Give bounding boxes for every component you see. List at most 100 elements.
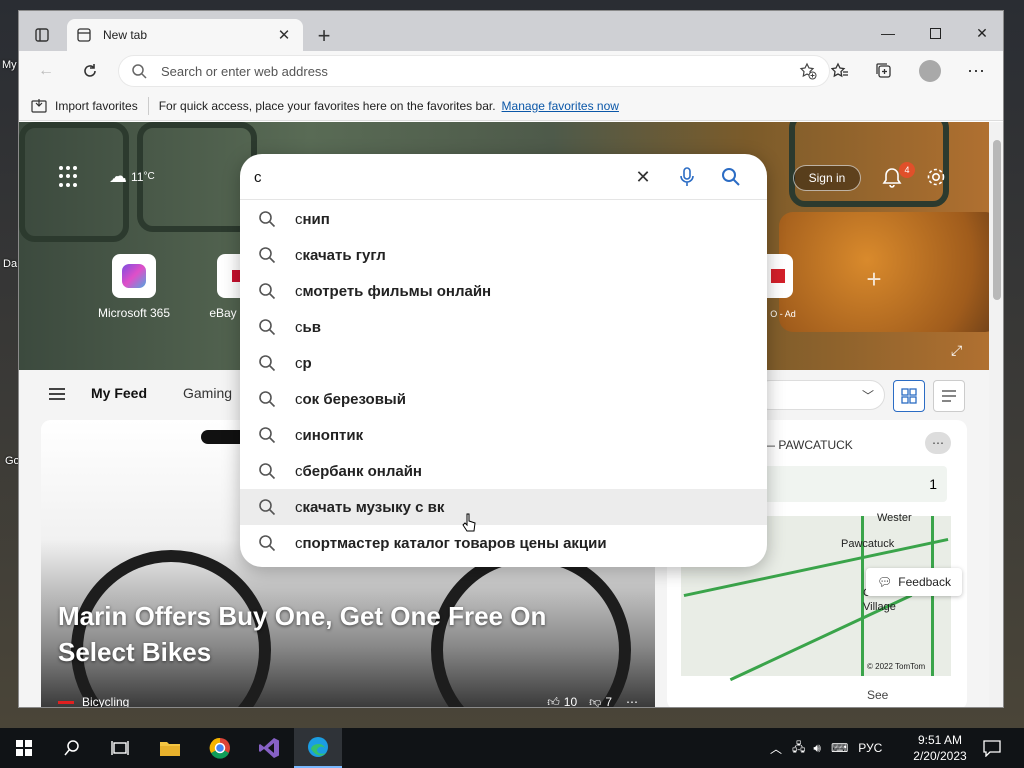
chevron-up-icon[interactable]: ︿ <box>770 740 782 757</box>
feedback-button[interactable]: 💬︎ Feedback <box>866 568 962 596</box>
start-button[interactable] <box>0 728 48 768</box>
suggestion-item[interactable]: ср <box>240 345 767 381</box>
suggestion-item[interactable]: сок березовый <box>240 381 767 417</box>
clock[interactable]: 9:51 AM 2/20/2023 <box>910 732 970 764</box>
grid-view-button[interactable] <box>893 380 925 412</box>
search-icon <box>259 283 276 300</box>
feedback-icon: 💬︎ <box>877 575 893 589</box>
task-view-button[interactable] <box>96 728 144 768</box>
desktop-icon-label[interactable]: Da <box>3 258 17 270</box>
search-icon <box>259 535 276 552</box>
suggestion-item[interactable]: спортмастер каталог товаров цены акции <box>240 525 767 561</box>
back-button[interactable]: ← <box>31 57 61 85</box>
new-tab-page-icon <box>77 28 91 42</box>
search-icon <box>259 499 276 516</box>
feed-options-dropdown[interactable]: ﹀ <box>755 380 885 410</box>
suggestion-completion: ьв <box>302 319 321 336</box>
add-quick-link-button[interactable]: + <box>839 264 909 314</box>
suggestion-text: сьв <box>295 319 321 336</box>
desktop-icon-label[interactable]: My <box>2 59 17 71</box>
tab-my-feed[interactable]: My Feed <box>91 385 147 401</box>
address-input[interactable] <box>161 63 799 79</box>
traffic-card-location: — PAWCATUCK <box>763 438 853 452</box>
manage-favorites-link[interactable]: Manage favorites now <box>502 99 619 113</box>
cloud-icon: ☁ <box>109 166 127 186</box>
address-bar[interactable] <box>119 56 829 86</box>
network-icon[interactable]: 🖧︎ <box>792 738 805 759</box>
refresh-button[interactable] <box>75 57 105 85</box>
suggestion-item[interactable]: скачать гугл <box>240 237 767 273</box>
suggestion-item[interactable]: снип <box>240 201 767 237</box>
edge-button[interactable] <box>294 728 342 768</box>
more-icon: ⋯ <box>967 60 985 81</box>
import-favorites-icon[interactable] <box>31 98 47 114</box>
tab-gaming[interactable]: Gaming <box>183 385 232 401</box>
weather-widget[interactable]: ☁ 11 °C <box>109 166 155 187</box>
settings-more-button[interactable]: ⋯ <box>961 57 991 85</box>
search-icon <box>259 355 276 372</box>
add-favorite-icon[interactable] <box>799 62 817 80</box>
see-more-link[interactable]: See <box>867 688 888 702</box>
tab-new-tab[interactable]: New tab ✕ <box>67 19 303 51</box>
close-tab-icon[interactable]: ✕ <box>275 26 293 44</box>
file-explorer-button[interactable] <box>146 728 194 768</box>
chrome-button[interactable] <box>196 728 244 768</box>
expand-background-icon[interactable]: ⤢ <box>951 342 962 359</box>
suggestion-item[interactable]: скачать музыку с вк <box>240 489 767 525</box>
microphone-icon[interactable] <box>676 166 698 188</box>
suggestion-text: синоптик <box>295 427 363 444</box>
quick-link-ad[interactable]: O - Ad <box>763 254 803 320</box>
list-view-button[interactable] <box>933 380 965 412</box>
gear-icon[interactable] <box>925 166 947 188</box>
hamburger-menu-icon[interactable] <box>49 388 65 400</box>
search-box: ✕ <box>240 154 767 200</box>
dislike-icon[interactable]: 👎︎ <box>589 695 601 708</box>
suggestion-item[interactable]: синоптик <box>240 417 767 453</box>
clear-search-icon[interactable]: ✕ <box>632 166 654 188</box>
volume-icon[interactable]: 🔊︎ <box>813 741 821 756</box>
visual-studio-button[interactable] <box>245 728 293 768</box>
import-favorites-link[interactable]: Import favorites <box>55 99 138 113</box>
suggestion-item[interactable]: смотреть фильмы онлайн <box>240 273 767 309</box>
quick-link-microsoft-365[interactable]: Microsoft 365 <box>89 254 179 320</box>
search-icon[interactable] <box>720 166 742 188</box>
like-icon[interactable]: 👍︎ <box>547 695 560 708</box>
maximize-button[interactable] <box>912 19 958 47</box>
article-source[interactable]: Bicycling <box>82 695 129 707</box>
suggestion-item[interactable]: сбербанк онлайн <box>240 453 767 489</box>
suggestion-text: сбербанк онлайн <box>295 463 422 480</box>
quick-link-ebay[interactable]: eBay <box>203 254 243 320</box>
search-icon <box>259 319 276 336</box>
map-road <box>931 516 934 676</box>
language-indicator[interactable]: РУС <box>858 741 882 755</box>
search-input[interactable] <box>254 164 614 190</box>
like-count: 10 <box>563 695 578 708</box>
edge-icon <box>308 737 328 757</box>
source-logo <box>58 700 74 704</box>
scrollbar-thumb[interactable] <box>993 140 1001 300</box>
sign-in-button[interactable]: Sign in <box>793 165 861 191</box>
train-window-frame <box>137 122 257 232</box>
close-window-button[interactable]: ✕ <box>959 19 1003 47</box>
page-scrollbar[interactable] <box>989 122 1003 707</box>
minimize-button[interactable]: — <box>865 19 911 47</box>
search-taskbar-button[interactable] <box>48 728 96 768</box>
suggestion-text: спортмастер каталог товаров цены акции <box>295 535 607 552</box>
new-tab-button[interactable]: + <box>311 23 337 49</box>
plus-icon: + <box>866 264 882 294</box>
article-headline[interactable]: Marin Offers Buy One, Get One Free On Se… <box>58 598 618 670</box>
apps-launcher-icon[interactable] <box>59 166 81 188</box>
keyboard-icon[interactable]: ⌨︎ <box>831 741 848 755</box>
suggestion-item[interactable]: сьв <box>240 309 767 345</box>
search-icon <box>64 740 79 756</box>
favorites-button[interactable] <box>825 57 855 85</box>
clock-time: 9:51 AM <box>917 733 963 747</box>
action-center-button[interactable] <box>968 728 1016 768</box>
collections-button[interactable] <box>869 57 899 85</box>
tab-actions-button[interactable] <box>27 21 57 49</box>
traffic-row[interactable]: 1 <box>763 466 947 502</box>
card-options-button[interactable]: ⋯ <box>925 432 951 454</box>
profile-button[interactable] <box>915 57 945 85</box>
more-options-icon[interactable]: ⋯ <box>626 695 638 707</box>
grid-view-icon <box>901 388 917 404</box>
